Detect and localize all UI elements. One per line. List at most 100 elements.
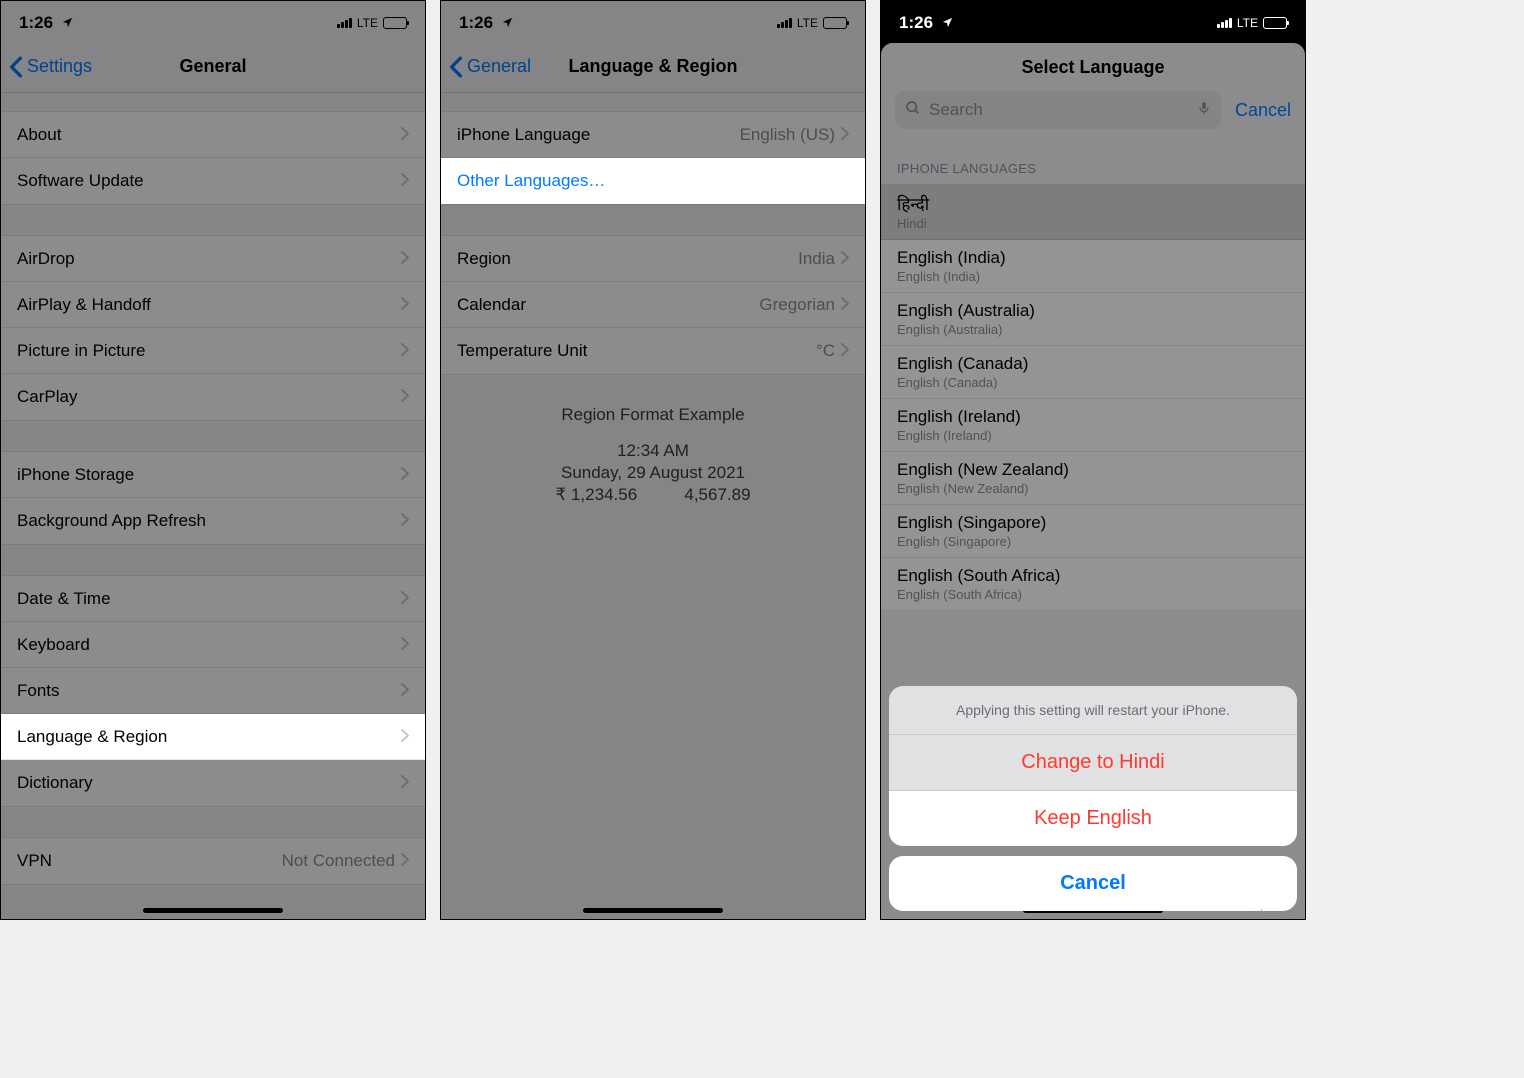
cell-label: iPhone Language [457,125,740,145]
cell-about[interactable]: About [1,112,425,158]
chevron-right-icon [401,851,409,871]
cell-label: Region [457,249,798,269]
cell-label: CarPlay [17,387,401,407]
cell-language-region[interactable]: Language & Region [1,714,425,760]
cell-label: Software Update [17,171,401,191]
location-icon [502,13,513,33]
chevron-right-icon [401,773,409,793]
chevron-right-icon [841,249,849,269]
cell-label: Calendar [457,295,759,315]
back-button[interactable]: General [441,56,531,78]
cell-label: Background App Refresh [17,511,401,531]
cell-value: Gregorian [759,295,835,315]
status-bar: 1:26 LTE [881,1,1305,41]
cell-vpn[interactable]: VPNNot Connected [1,838,425,884]
home-indicator[interactable] [583,908,723,913]
example-heading: Region Format Example [441,405,865,425]
status-time: 1:26 [459,13,493,33]
battery-icon [383,17,407,29]
cell-airdrop[interactable]: AirDrop [1,236,425,282]
example-numbers: ₹ 1,234.56 4,567.89 [441,485,865,505]
network-label: LTE [797,16,818,30]
chevron-right-icon [401,341,409,361]
region-format-example: Region Format Example 12:34 AM Sunday, 2… [441,375,865,535]
action-sheet: Applying this setting will restart your … [889,686,1297,911]
cell-other-languages-[interactable]: Other Languages… [441,158,865,204]
back-label: General [467,56,531,77]
chevron-right-icon [401,295,409,315]
network-label: LTE [357,16,378,30]
nav-bar: General Language & Region [441,41,865,93]
back-button[interactable]: Settings [1,56,92,78]
screenshot-1-general: 1:26 LTE Settings General About Software … [0,0,426,920]
cell-carplay[interactable]: CarPlay [1,374,425,420]
chevron-right-icon [401,387,409,407]
cell-calendar[interactable]: CalendarGregorian [441,282,865,328]
cell-label: Dictionary [17,773,401,793]
cell-value: Not Connected [282,851,395,871]
cell-label: About [17,125,401,145]
cell-label: Language & Region [17,727,401,747]
cell-keyboard[interactable]: Keyboard [1,622,425,668]
cell-temperature-unit[interactable]: Temperature Unit°C [441,328,865,374]
cell-fonts[interactable]: Fonts [1,668,425,714]
chevron-right-icon [401,589,409,609]
action-sheet-message: Applying this setting will restart your … [889,686,1297,735]
cell-value: °C [816,341,835,361]
signal-icon [1217,18,1232,28]
cell-label: Picture in Picture [17,341,401,361]
home-indicator[interactable] [143,908,283,913]
chevron-right-icon [401,511,409,531]
cell-region[interactable]: RegionIndia [441,236,865,282]
signal-icon [337,18,352,28]
cell-label: Fonts [17,681,401,701]
chevron-right-icon [841,341,849,361]
nav-bar: Settings General [1,41,425,93]
cell-label: Other Languages… [457,171,849,191]
cell-date-time[interactable]: Date & Time [1,576,425,622]
watermark: www.deuaq.com [1233,907,1305,919]
chevron-right-icon [401,465,409,485]
status-time: 1:26 [899,13,933,33]
back-label: Settings [27,56,92,77]
chevron-right-icon [401,125,409,145]
cell-label: Keyboard [17,635,401,655]
cell-label: iPhone Storage [17,465,401,485]
status-bar: 1:26 LTE [1,1,425,41]
chevron-right-icon [401,681,409,701]
cell-label: AirDrop [17,249,401,269]
cell-value: English (US) [740,125,835,145]
cell-iphone-storage[interactable]: iPhone Storage [1,452,425,498]
keep-english-button[interactable]: Keep English [889,791,1297,846]
change-to-hindi-button[interactable]: Change to Hindi [889,735,1297,791]
chevron-right-icon [401,635,409,655]
cell-label: AirPlay & Handoff [17,295,401,315]
chevron-right-icon [401,727,409,747]
action-sheet-cancel-button[interactable]: Cancel [889,856,1297,911]
cell-software-update[interactable]: Software Update [1,158,425,204]
status-time: 1:26 [19,13,53,33]
chevron-right-icon [841,125,849,145]
cell-label: VPN [17,851,282,871]
cell-background-app-refresh[interactable]: Background App Refresh [1,498,425,544]
signal-icon [777,18,792,28]
cell-iphone-language[interactable]: iPhone LanguageEnglish (US) [441,112,865,158]
screenshot-2-language-region: 1:26 LTE General Language & Region iPhon… [440,0,866,920]
cell-label: Temperature Unit [457,341,816,361]
screenshot-3-select-language: 1:26 LTE Select Language Search Cancel [880,0,1306,920]
cell-value: India [798,249,835,269]
location-icon [62,13,73,33]
battery-icon [823,17,847,29]
cell-airplay-handoff[interactable]: AirPlay & Handoff [1,282,425,328]
chevron-right-icon [401,249,409,269]
location-icon [942,13,953,33]
cell-label: Date & Time [17,589,401,609]
status-bar: 1:26 LTE [441,1,865,41]
chevron-right-icon [841,295,849,315]
cell-dictionary[interactable]: Dictionary [1,760,425,806]
example-date: Sunday, 29 August 2021 [441,463,865,483]
battery-icon [1263,17,1287,29]
chevron-right-icon [401,171,409,191]
example-time: 12:34 AM [441,441,865,461]
cell-picture-in-picture[interactable]: Picture in Picture [1,328,425,374]
